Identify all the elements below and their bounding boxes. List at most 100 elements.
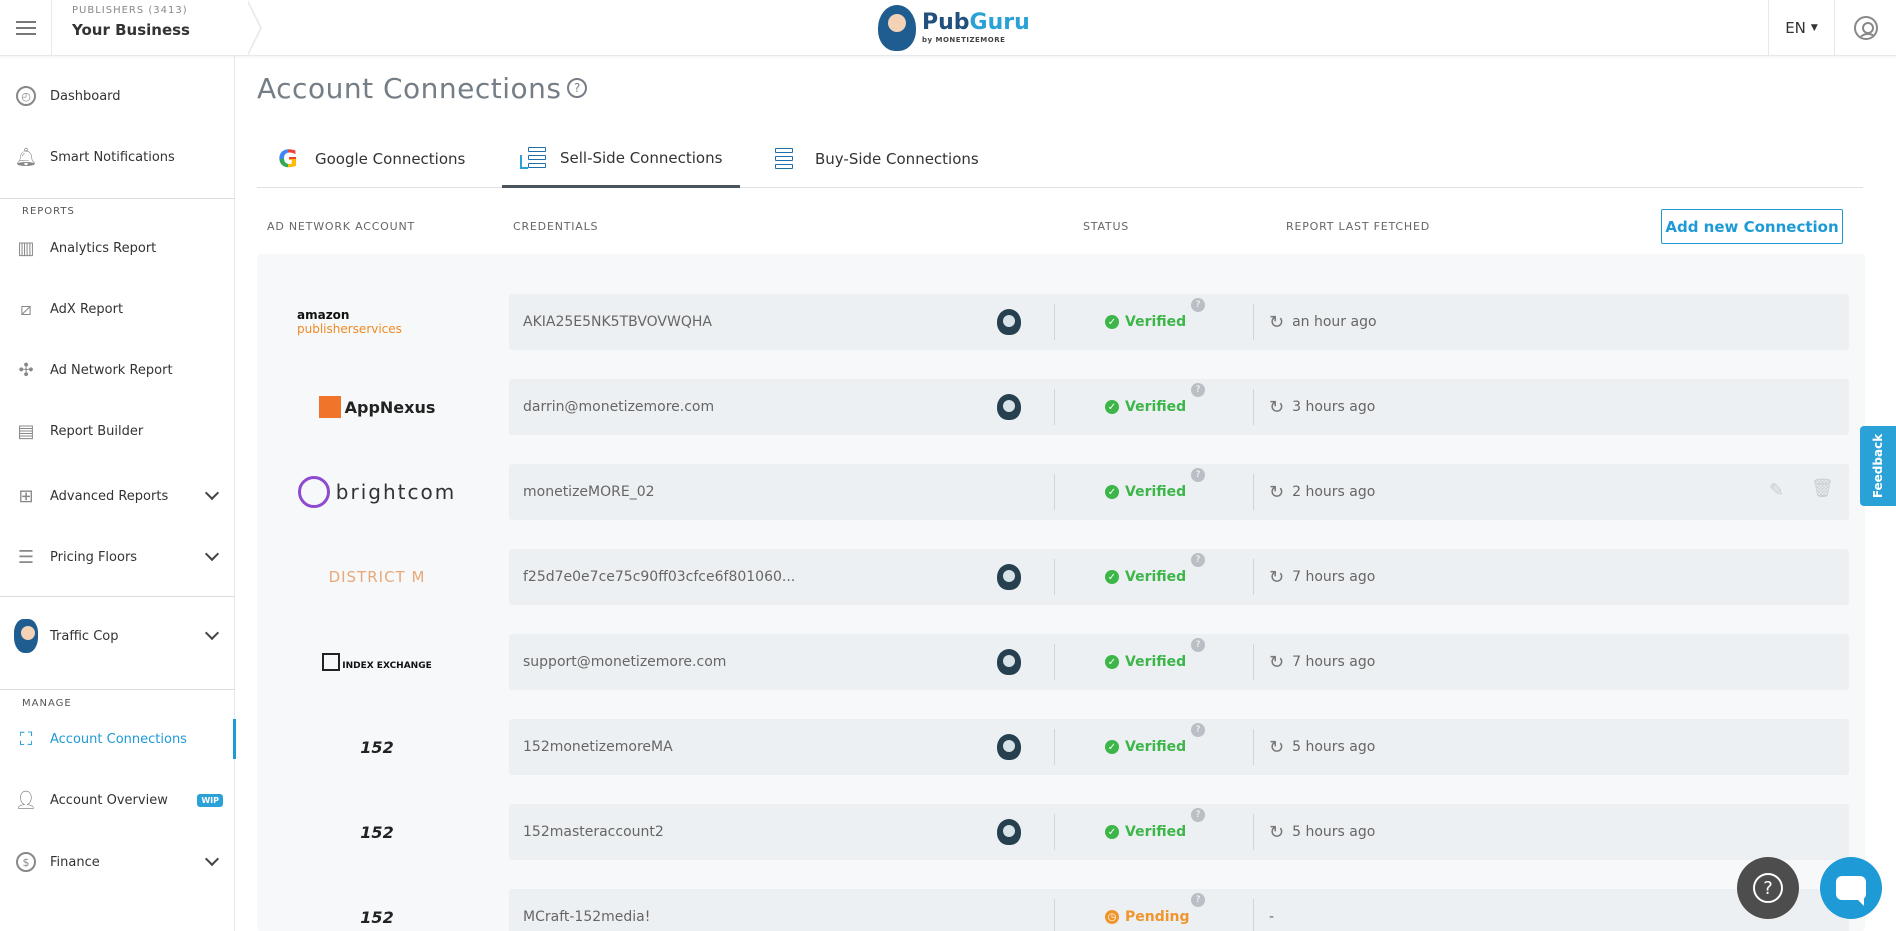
status-help-icon[interactable]: ? [1191,723,1205,737]
tab-sell-side-connections[interactable]: Sell-Side Connections [502,130,741,188]
column-divider [1253,304,1254,340]
logo-subtitle: by MONETIZEMORE [922,36,1006,44]
connection-row-bar[interactable]: MCraft-152media! ◷ Pending ? - [509,889,1849,931]
traffic-cop-avatar [14,619,38,653]
sidebar-item-adx-report[interactable]: ⧄ AdX Report [0,289,235,329]
connection-row-bar[interactable]: support@monetizemore.com ✓ Verified ? ↻ 7 … [509,634,1849,690]
bar-chart-icon: ▥ [17,237,35,259]
column-divider [1054,304,1055,340]
sidebar-item-account-overview[interactable]: 👤︎ Account Overview WIP [0,780,235,820]
status-help-icon[interactable]: ? [1191,638,1205,652]
pubguru-logo[interactable]: PubGuru by MONETIZEMORE [878,0,1030,56]
feedback-label: Feedback [1871,433,1886,499]
status-badge: ◷ Pending [1105,889,1190,931]
sidebar-item-label: AdX Report [50,301,124,317]
sidebar-item-smart-notifications[interactable]: 🔔︎ Smart Notifications [0,137,235,177]
column-divider [1054,899,1055,931]
connection-row-bar[interactable]: f25d7e0e7ce75c90ff03cfce6f801060... ✓ Ver… [509,549,1849,605]
question-icon: ? [1753,873,1783,903]
edit-icon[interactable]: ✎ [1769,480,1784,501]
add-new-connection-button[interactable]: Add new Connection [1661,209,1843,244]
user-icon: 👤︎ [14,789,38,811]
table-row: DISTRICT M f25d7e0e7ce75c90ff03cfce6f801… [257,535,1865,620]
user-menu[interactable] [1834,0,1896,56]
last-fetched-text: 3 hours ago [1292,399,1376,415]
pubguru-connect-icon[interactable] [997,649,1021,675]
status-text: Verified [1125,654,1187,670]
connection-row-bar[interactable]: 152masteraccount2 ✓ Verified ? ↻ 5 hours a… [509,804,1849,860]
pubguru-connect-icon[interactable] [997,734,1021,760]
refresh-icon[interactable]: ↻ [1269,312,1284,333]
connection-row-bar[interactable]: AKIA25E5NK5TBVOVWQHA ✓ Verified ? ↻ an hou… [509,294,1849,350]
status-badge: ✓ Verified [1105,549,1186,605]
last-fetched: ↻ 5 hours ago [1269,804,1375,860]
refresh-icon[interactable]: ↻ [1269,482,1284,503]
sidebar-item-dashboard[interactable]: ◴ Dashboard [0,76,235,116]
sidebar-item-report-builder[interactable]: ▤ Report Builder [0,411,235,451]
check-icon: ✓ [1105,315,1119,329]
logo-text: 152 [360,737,394,757]
chevron-down-icon [204,625,220,641]
last-fetched-text: 2 hours ago [1292,484,1376,500]
status-help-icon[interactable]: ? [1191,808,1205,822]
last-fetched: ↻ an hour ago [1269,294,1377,350]
chat-button[interactable] [1820,857,1882,919]
page-title-text: Account Connections [257,72,562,105]
last-fetched: ↻ 3 hours ago [1269,379,1375,435]
connection-row-bar[interactable]: darrin@monetizemore.com ✓ Verified ? ↻ 3 h… [509,379,1849,435]
help-icon[interactable]: ? [567,78,588,98]
status-help-icon[interactable]: ? [1191,553,1205,567]
refresh-icon[interactable]: ↻ [1269,567,1284,588]
tab-label: Sell-Side Connections [560,148,723,167]
feedback-tab[interactable]: Feedback [1860,426,1896,506]
check-icon: ✓ [1105,400,1119,414]
table-row: AppNexus darrin@monetizemore.com ✓ Verifi… [257,365,1865,450]
table-row: 152 152masteraccount2 ✓ Verified ? ↻ 5 hou… [257,790,1865,875]
pubguru-connect-icon[interactable] [997,819,1021,845]
dollar-icon: $ [14,850,38,874]
language-selector[interactable]: EN ▼ [1768,0,1834,56]
refresh-icon[interactable]: ↻ [1269,737,1284,758]
column-divider [1054,729,1055,765]
connection-row-bar[interactable]: monetizeMORE_02 ✓ Verified ? ↻ 2 hours ago… [509,464,1849,520]
appnexus-logo: AppNexus [297,387,457,427]
pubguru-connect-icon[interactable] [997,394,1021,420]
sidebar-item-analytics-report[interactable]: ▥ Analytics Report [0,228,235,268]
report-builder-icon: ▤ [17,420,35,442]
logo-text: amazon [297,308,350,322]
status-help-icon[interactable]: ? [1191,383,1205,397]
tab-buy-side-connections[interactable]: Buy-Side Connections [757,130,997,188]
last-fetched-text: an hour ago [1292,314,1377,330]
help-button[interactable]: ? [1737,857,1799,919]
152-media-logo: 152 [297,812,457,852]
152-media-logo: 152 [297,727,457,767]
sidebar-item-advanced-reports[interactable]: ⊞ Advanced Reports [0,476,235,516]
sidebar-item-traffic-cop[interactable]: Traffic Cop [0,616,235,656]
check-icon: ✓ [1105,655,1119,669]
adx-icon: ⧄ [20,298,32,320]
table-row: INDEX EXCHANGE support@monetizemore.com … [257,620,1865,705]
credential-text: f25d7e0e7ce75c90ff03cfce6f801060... [523,569,796,585]
trash-icon[interactable]: 🗑︎ [1811,478,1834,499]
refresh-icon[interactable]: ↻ [1269,652,1284,673]
status-help-icon[interactable]: ? [1191,893,1205,907]
refresh-icon[interactable]: ↻ [1269,397,1284,418]
menu-icon[interactable] [0,0,52,56]
pubguru-connect-icon[interactable] [997,564,1021,590]
user-avatar-icon [1853,16,1878,40]
connection-row-bar[interactable]: 152monetizemoreMA ✓ Verified ? ↻ 5 hours a… [509,719,1849,775]
sidebar-item-ad-network-report[interactable]: ✣ Ad Network Report [0,350,235,390]
publisher-selector[interactable]: PUBLISHERS (3413) Your Business [52,0,262,56]
status-help-icon[interactable]: ? [1191,298,1205,312]
tab-google-connections[interactable]: G Google Connections [257,130,483,188]
sidebar-item-account-connections[interactable]: ⛶ Account Connections [0,719,236,759]
sidebar-item-pricing-floors[interactable]: ☰ Pricing Floors [0,537,235,577]
credential-text: monetizeMORE_02 [523,484,655,500]
refresh-icon[interactable]: ↻ [1269,822,1284,843]
status-help-icon[interactable]: ? [1191,468,1205,482]
sidebar-item-finance[interactable]: $ Finance [0,842,235,882]
status-text: Verified [1125,399,1187,415]
status-badge: ✓ Verified [1105,294,1186,350]
column-divider [1253,389,1254,425]
pubguru-connect-icon[interactable] [997,309,1021,335]
